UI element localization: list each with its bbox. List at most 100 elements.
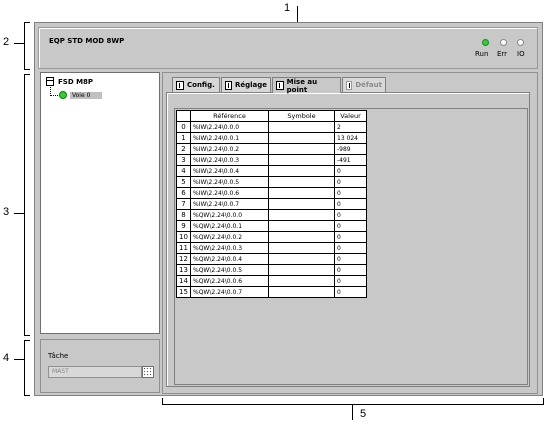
symbol-cell[interactable]	[268, 253, 335, 265]
reference-cell: %IW\2.24\0.0.2	[190, 143, 269, 155]
reference-cell: %QW\2.24\0.0.2	[190, 231, 269, 243]
callout-3: 3	[3, 206, 10, 218]
row-index-cell: 13	[176, 264, 191, 276]
symbol-cell[interactable]	[268, 220, 335, 232]
callout-5-bracket-right	[543, 398, 544, 405]
row-index-cell: 3	[176, 154, 191, 166]
row-index-cell: 9	[176, 220, 191, 232]
symbol-cell[interactable]	[268, 242, 335, 254]
row-index-cell: 4	[176, 165, 191, 177]
symbol-cell[interactable]	[268, 286, 335, 298]
tab-mise-au-point[interactable]: Mise au point	[272, 77, 341, 94]
symbol-cell[interactable]	[268, 165, 335, 177]
reference-cell: %IW\2.24\0.0.6	[190, 187, 269, 199]
io-label: IO	[517, 50, 525, 58]
row-index-cell: 6	[176, 187, 191, 199]
tab-defaut[interactable]: Défaut	[342, 77, 386, 92]
table-row[interactable]: 12 %QW\2.24\0.0.4 0	[176, 253, 367, 265]
screenshot-root: 1 2 3 4 5 EQP STD MOD 8WP Run Err IO FSD…	[0, 0, 552, 434]
symbol-cell[interactable]	[268, 154, 335, 166]
table-row[interactable]: 4 %IW\2.24\0.0.4 0	[176, 165, 367, 177]
symbol-cell[interactable]	[268, 198, 335, 210]
reference-cell: %QW\2.24\0.0.6	[190, 275, 269, 287]
tab-reglage[interactable]: Réglage	[221, 77, 271, 92]
run-label: Run	[475, 50, 489, 58]
symbol-cell[interactable]	[268, 231, 335, 243]
debug-icon	[276, 81, 284, 90]
table-row[interactable]: 15 %QW\2.24\0.0.7 0	[176, 286, 367, 298]
adjust-icon	[225, 80, 232, 90]
callout-4-bracket-bottom	[24, 395, 30, 396]
channel-status-icon	[59, 91, 67, 99]
table-header-row: Référence Symbole Valeur	[176, 110, 367, 122]
symbol-cell[interactable]	[268, 187, 335, 199]
callout-3-bracket-bottom	[24, 335, 30, 336]
tab-config[interactable]: Config.	[172, 77, 220, 92]
symbol-cell[interactable]	[268, 264, 335, 276]
task-select[interactable]: MAST	[48, 366, 142, 378]
row-index-cell: 12	[176, 253, 191, 265]
symbol-cell[interactable]	[268, 176, 335, 188]
value-cell: 0	[334, 242, 367, 254]
symbol-cell[interactable]	[268, 132, 335, 144]
err-label: Err	[497, 50, 508, 58]
reference-cell: %IW\2.24\0.0.0	[190, 121, 269, 133]
err-led-icon	[500, 39, 507, 46]
tree-item-label: Voie 0	[70, 91, 103, 99]
reference-cell: %QW\2.24\0.0.3	[190, 242, 269, 254]
table-row[interactable]: 2 %IW\2.24\0.0.2 -989	[176, 143, 367, 155]
table-row[interactable]: 1 %IW\2.24\0.0.1 13 024	[176, 132, 367, 144]
column-header-value: Valeur	[334, 110, 367, 122]
table-row[interactable]: 3 %IW\2.24\0.0.3 -491	[176, 154, 367, 166]
value-cell: 0	[334, 275, 367, 287]
callout-3-bracket	[24, 74, 25, 336]
value-cell: 13 024	[334, 132, 367, 144]
table-row[interactable]: 5 %IW\2.24\0.0.5 0	[176, 176, 367, 188]
symbol-cell[interactable]	[268, 209, 335, 221]
value-cell: 0	[334, 176, 367, 188]
tree-connector-h	[50, 95, 58, 96]
callout-2: 2	[3, 36, 10, 48]
callout-3-bracket-top	[24, 74, 30, 75]
value-cell: -989	[334, 143, 367, 155]
tab-label: Défaut	[355, 81, 382, 89]
value-cell: -491	[334, 154, 367, 166]
tree-root-module[interactable]: FSD M8P	[46, 77, 93, 86]
reference-cell: %QW\2.24\0.0.7	[190, 286, 269, 298]
table-row[interactable]: 9 %QW\2.24\0.0.1 0	[176, 220, 367, 232]
row-index-cell: 10	[176, 231, 191, 243]
symbol-cell[interactable]	[268, 121, 335, 133]
table-row[interactable]: 8 %QW\2.24\0.0.0 0	[176, 209, 367, 221]
table-row[interactable]: 11 %QW\2.24\0.0.3 0	[176, 242, 367, 254]
table-row[interactable]: 10 %QW\2.24\0.0.2 0	[176, 231, 367, 243]
row-index-cell: 14	[176, 275, 191, 287]
row-index-cell: 1	[176, 132, 191, 144]
table-row[interactable]: 6 %IW\2.24\0.0.6 0	[176, 187, 367, 199]
module-title: EQP STD MOD 8WP	[49, 37, 125, 45]
column-header-reference: Référence	[190, 110, 269, 122]
callout-2-bracket-top	[24, 22, 30, 23]
value-cell: 0	[334, 187, 367, 199]
task-panel: Tâche MAST	[40, 339, 160, 393]
table-body: 0 %IW\2.24\0.0.0 2 1 %IW\2.24\0.0.1 13 024 2 %I…	[176, 121, 367, 298]
task-dropdown-button[interactable]	[142, 366, 154, 378]
table-row[interactable]: 0 %IW\2.24\0.0.0 2	[176, 121, 367, 133]
table-corner-cell	[176, 110, 191, 122]
task-label: Tâche	[48, 352, 69, 360]
reference-cell: %QW\2.24\0.0.1	[190, 220, 269, 232]
tree-root-label: FSD M8P	[58, 77, 94, 86]
table-row[interactable]: 7 %IW\2.24\0.0.7 0	[176, 198, 367, 210]
symbol-cell[interactable]	[268, 275, 335, 287]
callout-4-bracket	[24, 340, 25, 396]
symbol-cell[interactable]	[268, 143, 335, 155]
table-row[interactable]: 13 %QW\2.24\0.0.5 0	[176, 264, 367, 276]
row-index-cell: 11	[176, 242, 191, 254]
callout-5-bracket	[162, 404, 544, 405]
callout-2-bracket-bottom	[24, 69, 30, 70]
reference-cell: %IW\2.24\0.0.3	[190, 154, 269, 166]
tree-item-voie-0[interactable]: Voie 0	[59, 91, 103, 99]
callout-1: 1	[284, 2, 291, 14]
table-row[interactable]: 14 %QW\2.24\0.0.6 0	[176, 275, 367, 287]
value-cell: 0	[334, 264, 367, 276]
row-index-cell: 5	[176, 176, 191, 188]
